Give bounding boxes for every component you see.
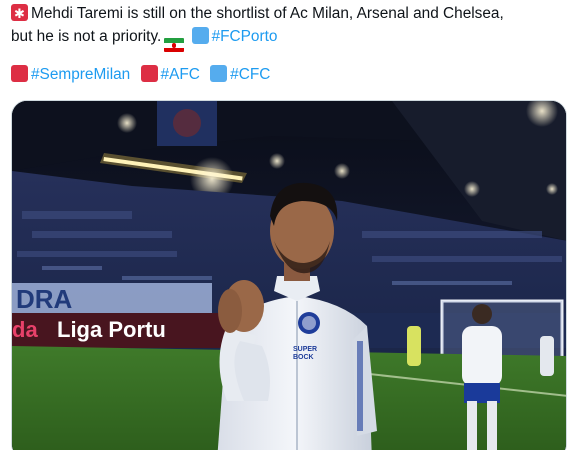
tweet-line-2-text: but he is not a priority.: [11, 28, 162, 45]
hashtag-item-cfc[interactable]: #CFC: [210, 65, 270, 83]
iran-flag-icon: [164, 38, 185, 53]
medical-symbol-icon: [11, 2, 28, 25]
tweet-text: Mehdi Taremi is still on the shortlist o…: [11, 2, 567, 53]
banner-text: Liga Portu: [57, 317, 166, 342]
jersey-text-2: BOCK: [293, 354, 314, 361]
tweet-line-2: but he is not a priority. #FCPorto: [11, 25, 567, 53]
hashtag-item-afc[interactable]: #AFC: [140, 65, 200, 83]
hashtag-row: #SempreMilan #AFC #CFC: [11, 63, 276, 86]
stadium-photo-illustration: DRA da Liga Portu SUPER BOCK: [12, 101, 566, 450]
stand-text: DRA: [16, 284, 73, 314]
hashtag-afc[interactable]: #AFC: [161, 66, 200, 83]
hashtag-fcporto[interactable]: #FCPorto: [212, 28, 278, 45]
banner-prefix: da: [12, 317, 38, 342]
red-square-icon: [11, 65, 28, 82]
tweet-photo[interactable]: DRA da Liga Portu SUPER BOCK: [11, 100, 567, 450]
hashtag-cfc[interactable]: #CFC: [230, 66, 270, 83]
hashtag-sempremilan[interactable]: #SempreMilan: [31, 66, 130, 83]
tweet-line-1: Mehdi Taremi is still on the shortlist o…: [11, 2, 567, 25]
hashtag-item-sempremilan[interactable]: #SempreMilan: [11, 65, 130, 83]
red-square-icon: [140, 65, 158, 82]
blue-square-icon: [191, 27, 209, 44]
tweet-line-1-text: Mehdi Taremi is still on the shortlist o…: [31, 5, 504, 22]
jersey-text-1: SUPER: [293, 346, 317, 353]
blue-square-icon: [210, 65, 228, 82]
